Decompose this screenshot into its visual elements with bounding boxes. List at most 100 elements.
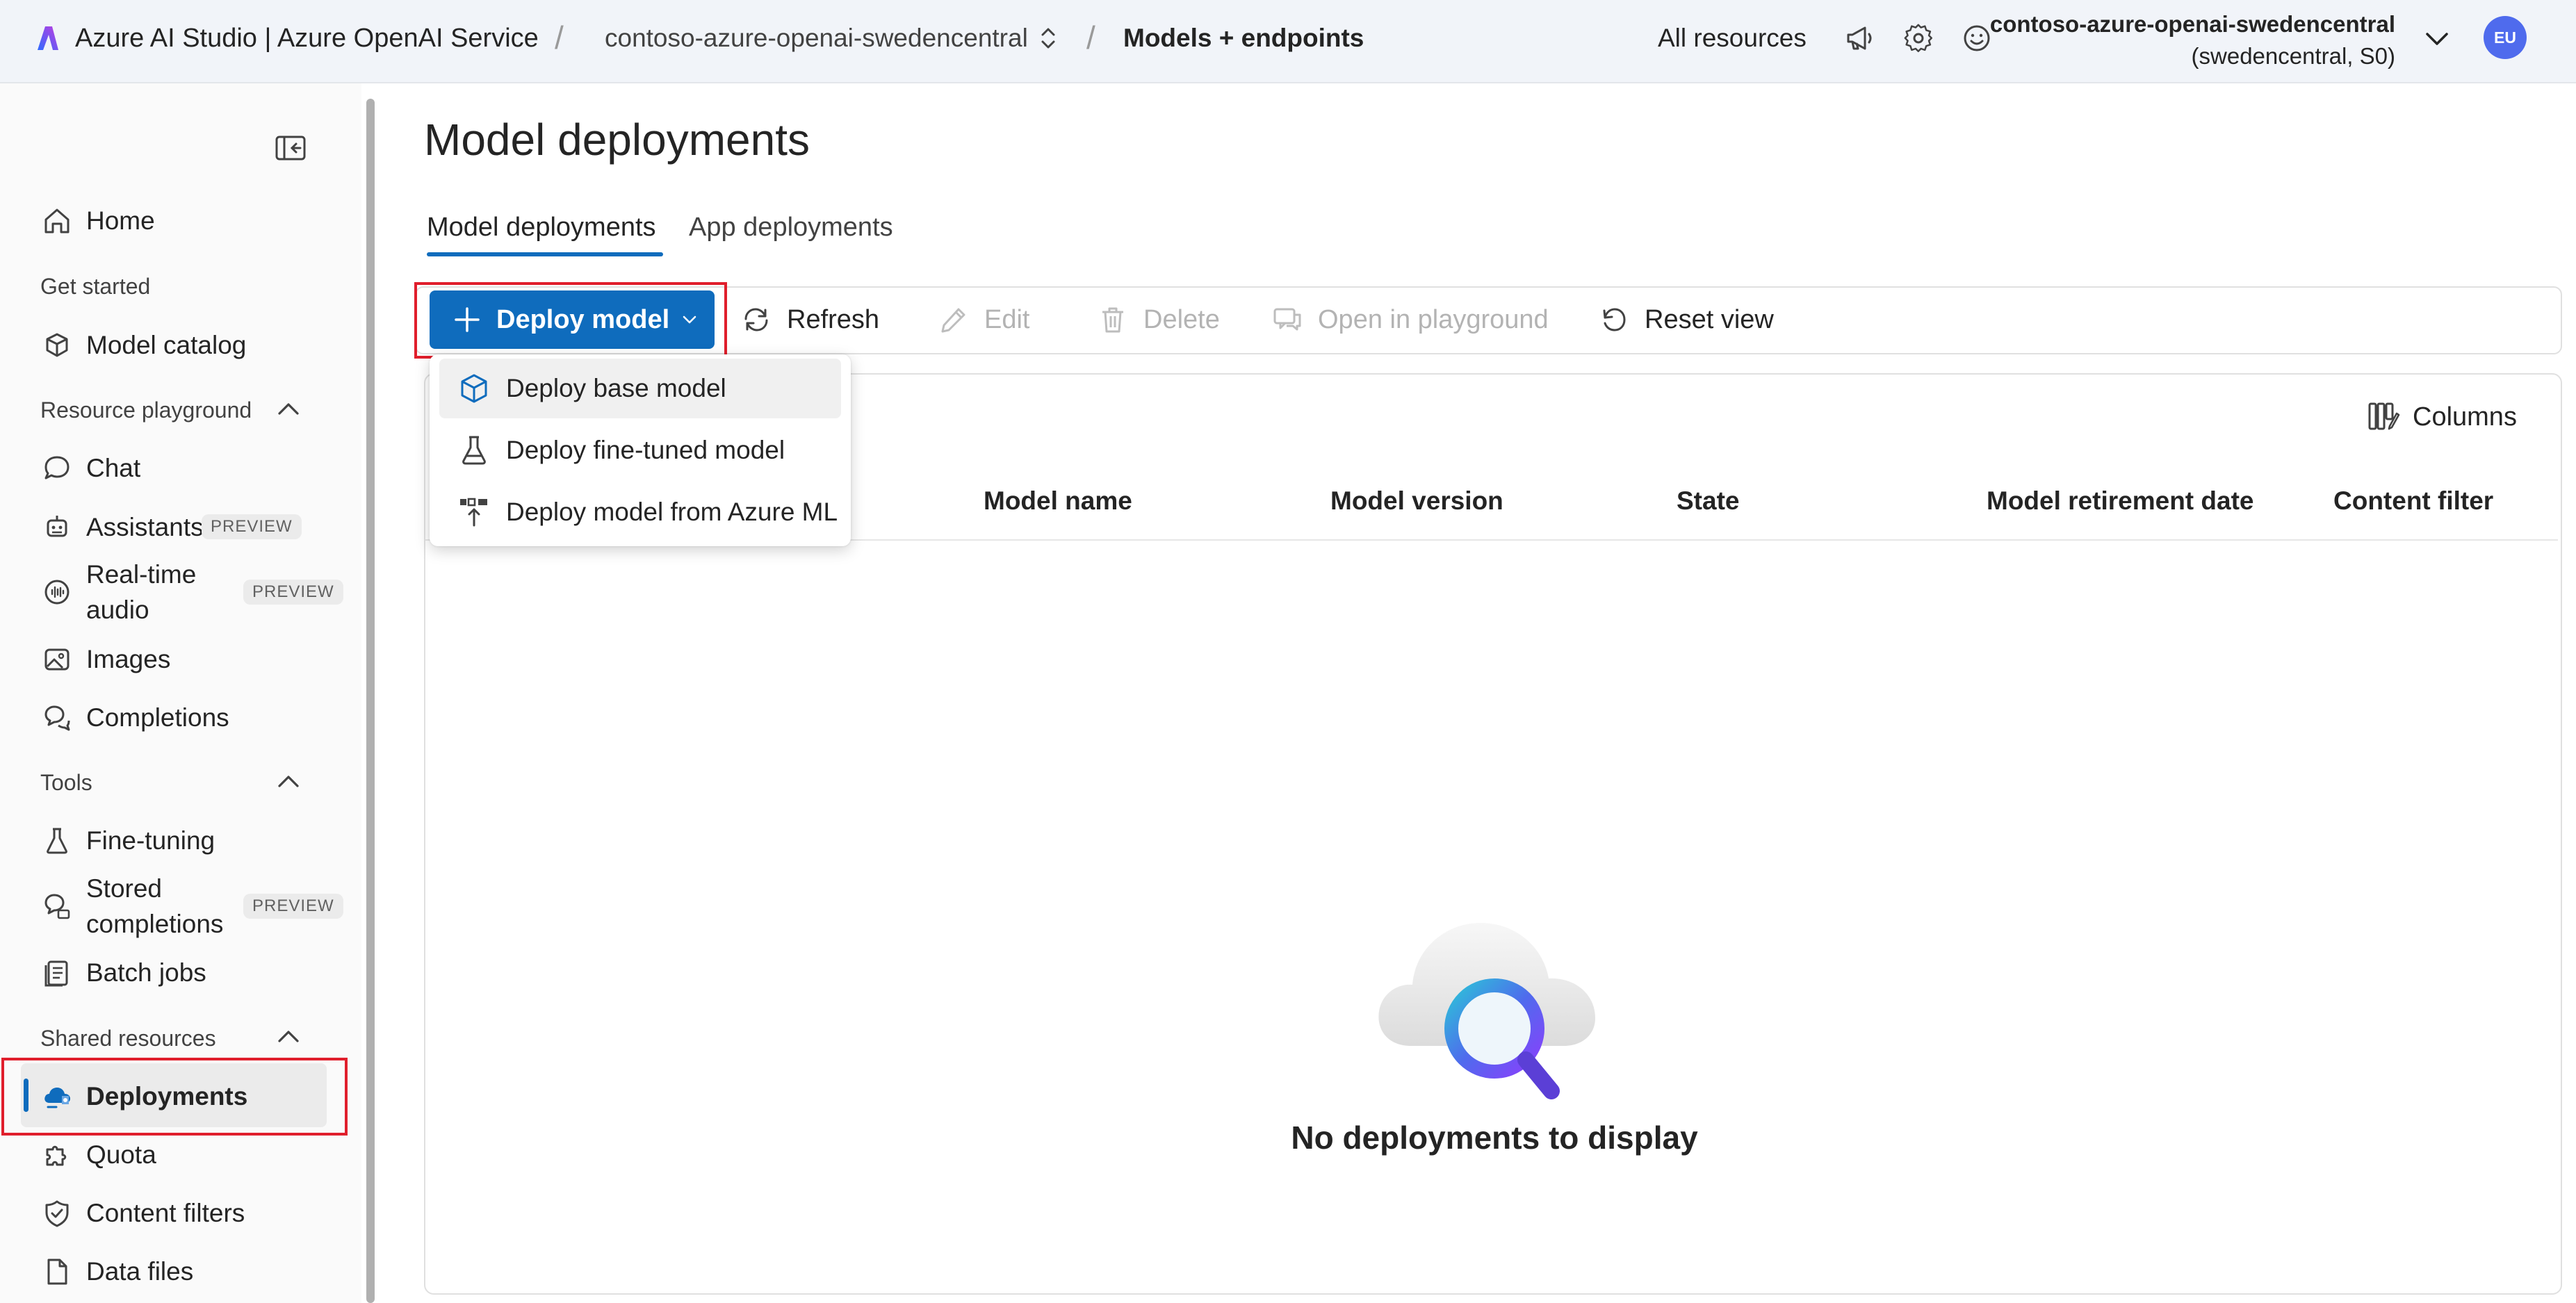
chat-bubble-icon xyxy=(39,450,75,486)
sidebar-item-data-files[interactable]: Data files xyxy=(39,1254,193,1290)
account-chevron-down-icon[interactable] xyxy=(2419,20,2455,56)
sidebar-item-chat[interactable]: Chat xyxy=(39,450,140,486)
sidebar-item-content-filters[interactable]: Content filters xyxy=(39,1195,245,1231)
audio-wave-icon xyxy=(39,574,75,610)
sidebar-item-batch-jobs[interactable]: Batch jobs xyxy=(39,955,206,991)
sidebar-item-label: Home xyxy=(86,206,155,235)
sidebar-item-home[interactable]: Home xyxy=(39,203,155,239)
announcements-icon[interactable] xyxy=(1842,20,1878,56)
sidebar-item-images[interactable]: Images xyxy=(39,641,170,678)
label-line: audio xyxy=(86,596,149,624)
file-icon xyxy=(39,1254,75,1290)
open-in-playground-button[interactable]: Open in playground xyxy=(1269,299,1549,341)
sidebar-item-realtime-audio[interactable]: Real-time audio xyxy=(39,557,196,628)
column-header-retirement-date[interactable]: Model retirement date xyxy=(1987,486,2253,516)
refresh-label: Refresh xyxy=(787,304,880,334)
column-header-model-version[interactable]: Model version xyxy=(1330,486,1503,516)
highlight-box-deploy-model xyxy=(414,282,727,359)
highlight-box-deployments xyxy=(1,1058,348,1136)
menu-item-label: Deploy model from Azure ML xyxy=(506,498,838,526)
flask-icon xyxy=(39,823,75,859)
azure-ai-logo-icon xyxy=(33,24,63,53)
brand-title: Azure AI Studio | Azure OpenAI Service xyxy=(75,23,539,53)
sidebar-item-label: Completions xyxy=(86,703,229,732)
reset-view-button[interactable]: Reset view xyxy=(1596,299,1774,341)
bot-icon xyxy=(39,509,75,546)
sidebar-item-assistants[interactable]: Assistants xyxy=(39,509,204,546)
batch-document-icon xyxy=(39,955,75,991)
breadcrumb-separator: / xyxy=(555,19,564,56)
open-in-playground-label: Open in playground xyxy=(1318,304,1549,334)
sidebar-item-label: Quota xyxy=(86,1140,156,1169)
edit-button[interactable]: Edit xyxy=(936,299,1029,341)
menu-item-deploy-fine-tuned-model[interactable]: Deploy fine-tuned model xyxy=(439,420,841,480)
sidebar-item-label: Images xyxy=(86,645,171,673)
sidebar-item-quota[interactable]: Quota xyxy=(39,1137,156,1173)
sidebar-item-fine-tuning[interactable]: Fine-tuning xyxy=(39,823,215,859)
tab-model-deployments[interactable]: Model deployments xyxy=(427,213,656,243)
breadcrumb-separator: / xyxy=(1086,19,1095,56)
user-avatar[interactable]: EU xyxy=(2484,16,2527,59)
label-line: completions xyxy=(86,910,224,938)
refresh-icon xyxy=(738,302,774,338)
stored-chat-icon xyxy=(39,888,75,924)
empty-state-message: No deployments to display xyxy=(1291,1120,1698,1156)
preview-badge: PREVIEW xyxy=(243,580,343,605)
account-subtitle: (swedencentral, S0) xyxy=(2191,43,2395,69)
reset-arrow-icon xyxy=(1596,302,1632,338)
resource-switcher[interactable]: contoso-azure-openai-swedencentral xyxy=(605,21,1059,56)
breadcrumb-current[interactable]: Models + endpoints xyxy=(1123,21,1364,56)
completions-chat-icon xyxy=(39,700,75,736)
sort-updown-icon xyxy=(1038,24,1059,52)
preview-badge: PREVIEW xyxy=(202,514,302,539)
reset-view-label: Reset view xyxy=(1645,304,1774,334)
column-header-state[interactable]: State xyxy=(1677,486,1739,516)
columns-label: Columns xyxy=(2413,402,2517,432)
all-resources-link[interactable]: All resources xyxy=(1658,21,1807,56)
columns-button[interactable]: Columns xyxy=(2367,400,2517,434)
home-icon xyxy=(39,203,75,239)
chevron-up-icon[interactable] xyxy=(272,766,304,798)
all-resources-label: All resources xyxy=(1658,24,1807,52)
sidebar-item-label: Stored completions xyxy=(86,871,223,942)
sidebar-item-stored-completions[interactable]: Stored completions xyxy=(39,871,223,942)
preview-badge: PREVIEW xyxy=(243,894,343,919)
section-tools: Tools xyxy=(40,770,92,795)
sidebar-item-model-catalog[interactable]: Model catalog xyxy=(39,327,246,363)
chevron-up-icon[interactable] xyxy=(272,1021,304,1053)
section-shared-resources: Shared resources xyxy=(40,1026,216,1051)
sidebar-item-label: Data files xyxy=(86,1257,194,1286)
tab-app-deployments[interactable]: App deployments xyxy=(689,213,893,243)
sidebar-item-completions[interactable]: Completions xyxy=(39,700,229,736)
empty-state-cloud-search-illustration xyxy=(1369,890,1620,1112)
cube-icon xyxy=(455,369,494,408)
section-get-started: Get started xyxy=(40,274,151,299)
chevron-up-icon[interactable] xyxy=(272,393,304,425)
quota-puzzle-icon xyxy=(39,1137,75,1173)
menu-item-deploy-from-azure-ml[interactable]: Deploy model from Azure ML xyxy=(439,482,841,542)
column-header-model-name[interactable]: Model name xyxy=(984,486,1132,516)
cube-stack-icon xyxy=(39,327,75,363)
trash-icon xyxy=(1095,302,1131,338)
pencil-icon xyxy=(936,302,972,338)
edit-label: Edit xyxy=(984,304,1030,334)
column-edit-icon xyxy=(2367,400,2403,434)
account-name: contoso-azure-openai-swedencentral xyxy=(1989,11,2395,37)
menu-item-label: Deploy base model xyxy=(506,374,726,402)
page-title: Model deployments xyxy=(424,115,810,165)
sidebar-item-label: Batch jobs xyxy=(86,958,206,987)
settings-gear-icon[interactable] xyxy=(1900,20,1937,56)
menu-item-deploy-base-model[interactable]: Deploy base model xyxy=(439,359,841,418)
azure-ml-icon xyxy=(455,493,494,532)
breadcrumb-resource: contoso-azure-openai-swedencentral xyxy=(605,24,1028,52)
delete-button[interactable]: Delete xyxy=(1095,299,1220,341)
account-info[interactable]: contoso-azure-openai-swedencentral (swed… xyxy=(1990,8,2395,72)
breadcrumb-page: Models + endpoints xyxy=(1123,24,1364,52)
sidebar-scrollbar[interactable] xyxy=(366,99,375,1303)
column-header-content-filter[interactable]: Content filter xyxy=(2333,486,2493,516)
brand-area[interactable]: Azure AI Studio | Azure OpenAI Service xyxy=(33,21,539,56)
label-line: Real-time xyxy=(86,560,197,589)
refresh-button[interactable]: Refresh xyxy=(738,299,879,341)
shield-check-icon xyxy=(39,1195,75,1231)
collapse-sidebar-icon[interactable] xyxy=(272,132,309,164)
